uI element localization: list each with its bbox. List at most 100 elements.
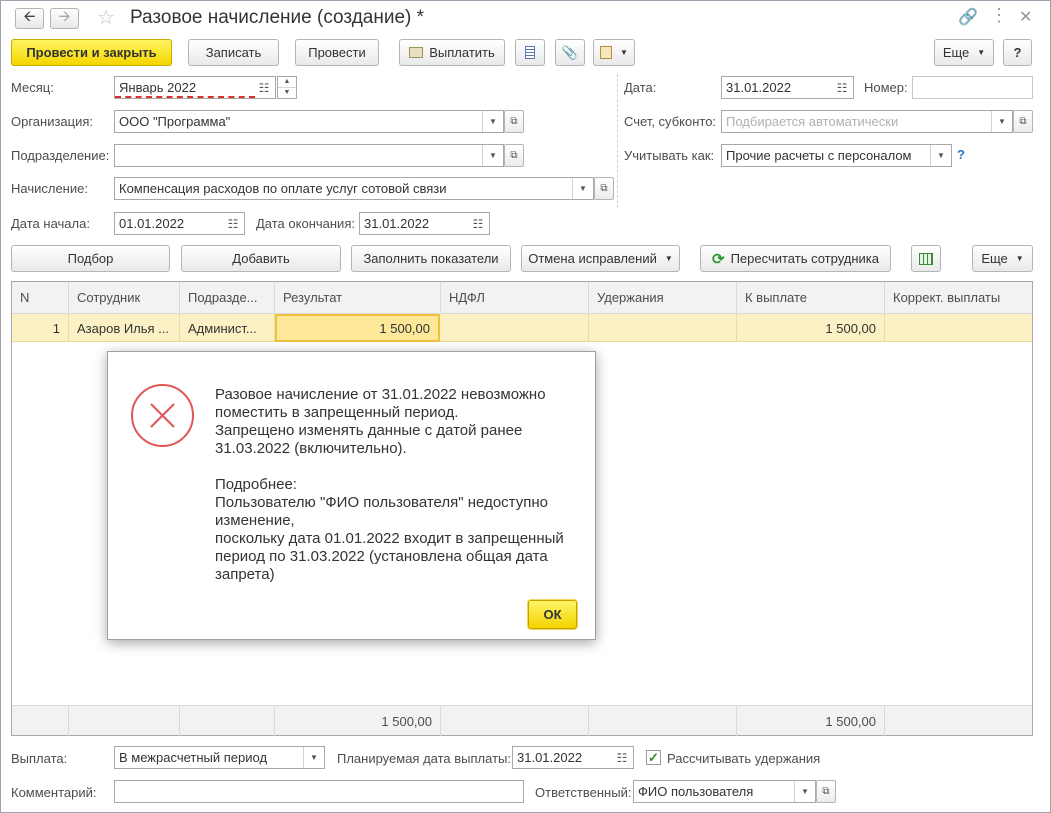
more-button[interactable]: Еще ▼ (934, 39, 994, 66)
month-spinner[interactable]: ▲ ▼ (277, 76, 297, 99)
chevron-down-icon[interactable]: ▼ (991, 111, 1012, 132)
org-field[interactable]: ООО "Программа" ▼ (114, 110, 504, 133)
number-field[interactable] (912, 76, 1033, 99)
cell-n[interactable]: 1 (12, 314, 69, 342)
post-button[interactable]: Провести (295, 39, 379, 66)
cell-result[interactable]: 1 500,00 (275, 314, 440, 342)
calendar-icon[interactable]: ☷ (467, 213, 489, 234)
end-date-label: Дата окончания: (256, 216, 355, 231)
calc-deductions-label[interactable]: Рассчитывать удержания (667, 751, 820, 766)
pay-icon (409, 47, 424, 58)
table-more-button[interactable]: Еще ▼ (972, 245, 1033, 272)
comment-field[interactable] (114, 780, 524, 803)
end-date-value: 31.01.2022 (364, 216, 430, 231)
end-date-field[interactable]: 31.01.2022 ☷ (359, 212, 490, 235)
close-icon[interactable]: ✕ (1019, 7, 1032, 27)
save-button[interactable]: Записать (188, 39, 279, 66)
responsible-field[interactable]: ФИО пользователя ▼ (633, 780, 816, 803)
open-account-button[interactable]: ⧉ (1013, 110, 1033, 133)
validation-error-underline (115, 96, 255, 98)
forward-button[interactable]: 🡪 (50, 8, 79, 29)
link-icon[interactable]: 🔗 (958, 7, 978, 27)
chevron-down-icon[interactable]: ▼ (794, 781, 815, 802)
table-totals-row: 1 500,00 1 500,00 (12, 705, 1032, 736)
total-result: 1 500,00 (275, 706, 441, 736)
column-header-employee[interactable]: Сотрудник (69, 282, 180, 314)
attachments-button[interactable]: 📎 (555, 39, 585, 66)
open-org-button[interactable]: ⧉ (504, 110, 524, 133)
calendar-icon[interactable]: ☷ (831, 77, 853, 98)
chevron-down-icon[interactable]: ▼ (303, 747, 324, 768)
add-column-button[interactable] (911, 245, 941, 272)
chevron-down-icon[interactable]: ▼ (482, 145, 503, 166)
back-button[interactable]: 🡨 (15, 8, 44, 29)
open-window-icon: ⧉ (1019, 116, 1027, 127)
menu-dots-icon[interactable]: ⋮ (990, 5, 1008, 26)
recalculate-employee-button[interactable]: ⟳ Пересчитать сотрудника (700, 245, 891, 272)
chevron-down-icon: ▼ (620, 48, 628, 57)
add-row-button[interactable]: Добавить (181, 245, 341, 272)
pay-label: Выплатить (429, 45, 495, 60)
column-header-to-pay[interactable]: К выплате (737, 282, 885, 314)
spin-up-icon[interactable]: ▲ (278, 77, 296, 88)
chevron-down-icon[interactable]: ▼ (482, 111, 503, 132)
fill-indicators-button[interactable]: Заполнить показатели (351, 245, 511, 272)
total-cell-correction (885, 706, 1032, 736)
select-button[interactable]: Подбор (11, 245, 170, 272)
table-row[interactable]: 1 Азаров Илья ... Админист... 1 500,00 1… (12, 314, 1032, 342)
calendar-icon[interactable]: ☷ (222, 213, 244, 234)
consider-field[interactable]: Прочие расчеты с персоналом ▼ (721, 144, 952, 167)
open-dept-button[interactable]: ⧉ (504, 144, 524, 167)
favorite-star-icon[interactable]: ☆ (97, 5, 115, 30)
cell-dept[interactable]: Админист... (180, 314, 275, 342)
number-label: Номер: (864, 80, 908, 95)
column-header-result[interactable]: Результат (275, 282, 441, 314)
column-header-dept[interactable]: Подразде... (180, 282, 275, 314)
more-label: Еще (942, 45, 970, 60)
planned-date-field[interactable]: 31.01.2022 ☷ (512, 746, 634, 769)
accrual-field[interactable]: Компенсация расходов по оплате услуг сот… (114, 177, 594, 200)
column-header-correction[interactable]: Коррект. выплаты (885, 282, 1032, 314)
payment-field[interactable]: В межрасчетный период ▼ (114, 746, 325, 769)
create-based-on-button[interactable]: ▼ (593, 39, 635, 66)
help-button[interactable]: ? (1003, 39, 1032, 66)
cell-deductions[interactable] (589, 314, 737, 342)
chevron-down-icon[interactable]: ▼ (930, 145, 951, 166)
start-date-field[interactable]: 01.01.2022 ☷ (114, 212, 245, 235)
date-field[interactable]: 31.01.2022 ☷ (721, 76, 854, 99)
open-accrual-button[interactable]: ⧉ (594, 177, 614, 200)
open-window-icon: ⧉ (510, 150, 518, 161)
report-button[interactable] (515, 39, 545, 66)
error-x-icon (131, 384, 194, 447)
spin-down-icon[interactable]: ▼ (278, 88, 296, 99)
cell-to-pay[interactable]: 1 500,00 (737, 314, 885, 342)
error-message: Разовое начисление от 31.01.2022 невозмо… (215, 386, 564, 583)
cell-employee[interactable]: Азаров Илья ... (69, 314, 180, 342)
total-cell-deductions (589, 706, 737, 736)
dept-field[interactable]: ▼ (114, 144, 504, 167)
help-question-icon[interactable]: ? (957, 147, 965, 162)
column-divider (617, 74, 618, 208)
cell-ndfl[interactable] (441, 314, 589, 342)
calendar-icon[interactable]: ☷ (611, 747, 633, 768)
payment-value: В межрасчетный период (119, 750, 268, 765)
column-header-ndfl[interactable]: НДФЛ (441, 282, 589, 314)
arrow-right-icon: 🡪 (58, 8, 71, 25)
total-cell-ndfl (441, 706, 589, 736)
chevron-down-icon[interactable]: ▼ (572, 178, 593, 199)
cancel-corrections-button[interactable]: Отмена исправлений ▼ (521, 245, 680, 272)
open-responsible-button[interactable]: ⧉ (816, 780, 836, 803)
ok-button[interactable]: ОК (528, 600, 577, 629)
account-field[interactable]: Подбирается автоматически ▼ (721, 110, 1013, 133)
column-header-n[interactable]: N (12, 282, 69, 314)
month-value: Январь 2022 (119, 80, 197, 95)
responsible-value: ФИО пользователя (638, 784, 754, 799)
calendar-icon[interactable]: ☷ (253, 77, 275, 98)
post-and-close-button[interactable]: Провести и закрыть (11, 39, 172, 66)
column-header-deductions[interactable]: Удержания (589, 282, 737, 314)
cell-correction[interactable] (885, 314, 1032, 342)
calc-deductions-checkbox[interactable]: ✓ (646, 750, 661, 765)
total-cell-dept (180, 706, 275, 736)
open-window-icon: ⧉ (600, 183, 608, 194)
pay-button[interactable]: Выплатить (399, 39, 505, 66)
